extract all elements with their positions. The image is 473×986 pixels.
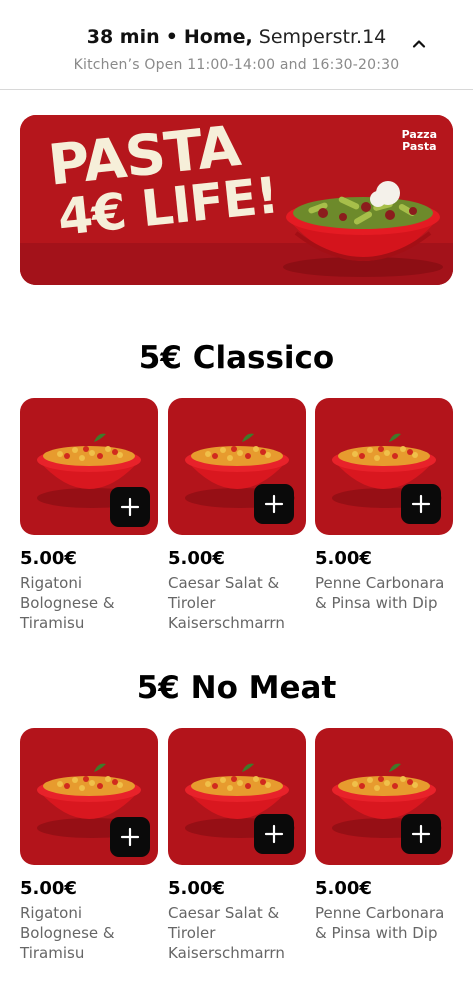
product-name[interactable]: Caesar Salat & Tiroler Kaiserschmarrn	[168, 903, 308, 963]
location-label: Home,	[183, 26, 253, 48]
plus-icon	[264, 494, 284, 514]
product-price: 5.00€	[168, 878, 225, 899]
plus-icon	[411, 494, 431, 514]
product-price: 5.00€	[315, 878, 372, 899]
add-to-cart-button[interactable]	[110, 817, 150, 857]
promo-banner[interactable]: PASTA 4€ LIFE! Pazza Pasta	[20, 115, 453, 285]
plus-icon	[264, 824, 284, 844]
delivery-header[interactable]: 38 min • Home, Semperstr.14 Kitchen’s Op…	[0, 0, 473, 90]
section-title-classico: 5€ Classico	[138, 340, 335, 376]
delivery-time: 38 min	[86, 26, 160, 48]
plus-icon	[120, 827, 140, 847]
banner-headline: PASTA 4€ LIFE!	[45, 115, 280, 247]
product-price: 5.00€	[168, 548, 225, 569]
add-to-cart-button[interactable]	[401, 484, 441, 524]
product-name[interactable]: Rigatoni Bolognese & Tiramisu	[20, 903, 160, 963]
product-name[interactable]: Caesar Salat & Tiroler Kaiserschmarrn	[168, 573, 308, 633]
product-name[interactable]: Penne Carbonara & Pinsa with Dip	[315, 573, 455, 613]
plus-icon	[411, 824, 431, 844]
add-to-cart-button[interactable]	[110, 487, 150, 527]
brand-logo: Pazza Pasta	[402, 129, 437, 153]
add-to-cart-button[interactable]	[401, 814, 441, 854]
pasta-bowl-illustration	[283, 181, 443, 277]
product-price: 5.00€	[20, 548, 77, 569]
separator: •	[165, 26, 178, 48]
section-title-no-meat: 5€ No Meat	[136, 670, 337, 706]
product-price: 5.00€	[315, 548, 372, 569]
brand-logo-line2: Pasta	[402, 140, 437, 153]
add-to-cart-button[interactable]	[254, 484, 294, 524]
product-price: 5.00€	[20, 878, 77, 899]
kitchen-hours: Kitchen’s Open 11:00-14:00 and 16:30-20:…	[73, 57, 400, 73]
chevron-up-icon[interactable]	[411, 36, 427, 52]
plus-icon	[120, 497, 140, 517]
product-name[interactable]: Penne Carbonara & Pinsa with Dip	[315, 903, 455, 943]
delivery-address: Semperstr.14	[258, 26, 387, 48]
add-to-cart-button[interactable]	[254, 814, 294, 854]
delivery-summary[interactable]: 38 min • Home, Semperstr.14	[0, 26, 473, 48]
product-name[interactable]: Rigatoni Bolognese & Tiramisu	[20, 573, 160, 633]
